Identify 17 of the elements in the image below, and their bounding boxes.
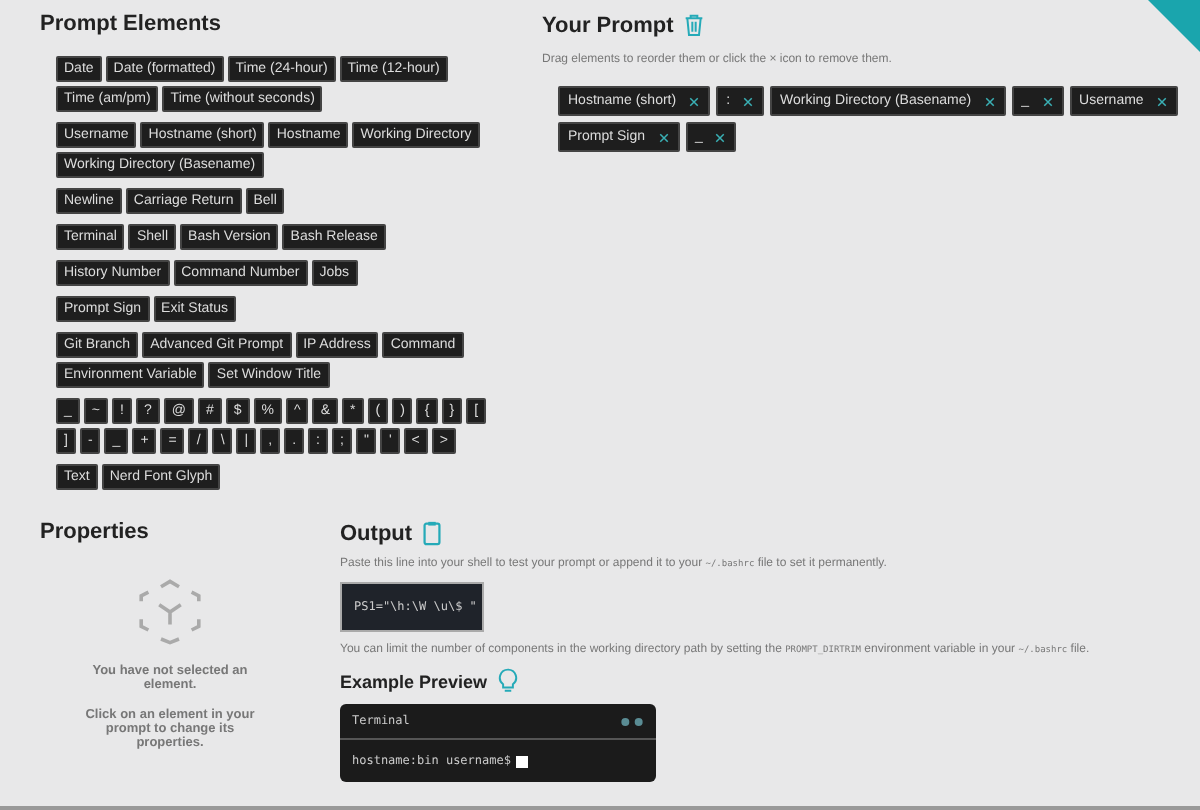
close-icon[interactable] bbox=[657, 131, 670, 143]
close-icon[interactable] bbox=[1041, 95, 1054, 107]
section-title: Properties bbox=[40, 520, 149, 544]
close-icon[interactable] bbox=[714, 131, 727, 143]
section-title: Output bbox=[340, 521, 413, 545]
clipboard-icon[interactable] bbox=[422, 520, 443, 546]
close-icon[interactable] bbox=[983, 95, 996, 107]
section-title: Your Prompt bbox=[542, 13, 674, 37]
cursor-icon bbox=[516, 755, 529, 767]
section-title: Example Preview bbox=[340, 671, 488, 691]
close-icon[interactable] bbox=[1155, 95, 1168, 107]
close-icon[interactable] bbox=[688, 95, 701, 107]
close-icon[interactable] bbox=[742, 95, 755, 107]
lightbulb-icon bbox=[497, 668, 518, 694]
window-buttons-icon bbox=[620, 715, 644, 727]
section-title: Prompt Elements bbox=[40, 12, 223, 36]
cube-placeholder-icon bbox=[134, 576, 206, 648]
